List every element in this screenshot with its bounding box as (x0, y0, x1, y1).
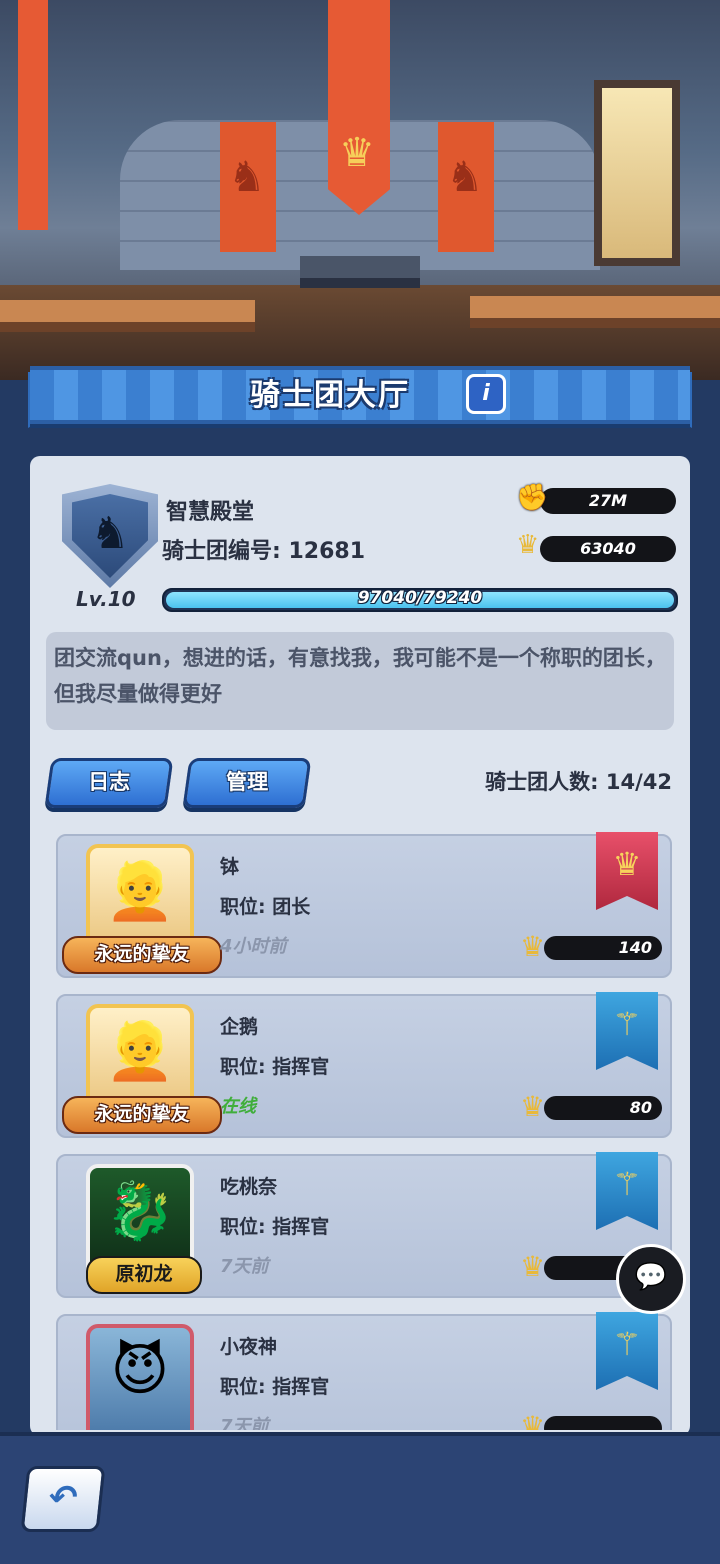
guild-id: 骑士团编号: 12681 (162, 539, 365, 564)
member-name: 小夜神 (220, 1336, 278, 1358)
member-name: 企鹅 (220, 1016, 259, 1038)
dragon-emblem-icon: ♞ (228, 152, 266, 201)
crown-value: 63040 (540, 536, 676, 562)
member-last-seen: 4小时前 (220, 936, 287, 957)
crown-icon: ♛ (520, 930, 546, 963)
member-card[interactable]: 🐉 原初龙 吃桃奈 职位: 指挥官 7天前 ♛ ⚚ (56, 1152, 672, 1298)
member-last-seen: 7天前 (220, 1416, 269, 1430)
exp-text: 97040/79240 (357, 588, 483, 608)
log-button-label: 日志 (88, 770, 131, 794)
info-button[interactable]: i (466, 374, 506, 414)
member-crown-score (544, 1416, 662, 1430)
member-last-seen: 7天前 (220, 1256, 269, 1277)
guild-description: 团交流qun，想进的话，有意找我，我可能不是一个称职的团长，但我尽量做得更好 (54, 646, 666, 706)
avatar-portrait: 👱 (105, 859, 175, 924)
guild-level: Lv.10 (76, 587, 136, 611)
hall-window (594, 80, 680, 266)
throne-table (300, 256, 420, 288)
power-value: 27M (540, 488, 676, 514)
member-card[interactable]: 👱 永远的挚友 钵 职位: 团长 4小时前 140 ♛ ♛ (56, 832, 672, 978)
manage-button[interactable]: 管理 (182, 758, 312, 808)
avatar-portrait: 🐉 (105, 1179, 175, 1244)
side-banner (18, 0, 48, 230)
back-arrow-icon: ↶ (46, 1478, 80, 1518)
crown-banner: ♛ (328, 0, 390, 215)
member-card[interactable]: 😈 小夜神 职位: 指挥官 7天前 ♛ ⚚ (56, 1312, 672, 1430)
guild-name: 智慧殿堂 (166, 500, 255, 525)
hall-background: ♞ ♛ ♞ (0, 0, 720, 380)
crown-icon: ♛ (520, 1250, 546, 1283)
crown-emblem-icon: ♛ (339, 130, 375, 176)
member-online-status: 在线 (220, 1096, 256, 1117)
crown-icon: ♛ (516, 530, 540, 560)
hall-table (470, 296, 720, 328)
crown-icon: ♛ (520, 1410, 546, 1430)
member-role: 职位: 指挥官 (220, 1376, 330, 1398)
member-role: 职位: 指挥官 (220, 1216, 330, 1238)
member-role: 职位: 团长 (220, 896, 311, 918)
page-title: 骑士团大厅 (250, 378, 410, 413)
officer-rank-icon: ⚚ (596, 1312, 658, 1390)
officer-rank-icon: ⚚ (596, 1152, 658, 1230)
fist-icon: ✊ (516, 483, 549, 513)
member-crown-score: 140 (544, 936, 662, 960)
leader-rank-icon: ♛ (596, 832, 658, 910)
member-title-badge: 原初龙 (86, 1256, 202, 1294)
member-crown-score: 80 (544, 1096, 662, 1120)
member-title-badge: 永远的挚友 (62, 1096, 222, 1134)
member-avatar[interactable]: 😈 (86, 1324, 194, 1430)
member-list[interactable]: 👱 永远的挚友 钵 职位: 团长 4小时前 140 ♛ ♛ 👱 永远的挚友 企鹅… (30, 820, 690, 1430)
member-card[interactable]: 👱 永远的挚友 企鹅 职位: 指挥官 在线 80 ♛ ⚚ (56, 992, 672, 1138)
member-name: 吃桃奈 (220, 1176, 278, 1198)
chat-bubble-icon: 💬 (634, 1262, 668, 1292)
member-name: 钵 (220, 856, 240, 878)
bottom-bar (0, 1432, 720, 1564)
member-role: 职位: 指挥官 (220, 1056, 330, 1078)
member-count: 骑士团人数: 14/42 (485, 770, 672, 794)
log-button[interactable]: 日志 (44, 758, 174, 808)
dragon-banner-right: ♞ (438, 122, 494, 252)
back-button[interactable]: ↶ (20, 1466, 106, 1532)
avatar-portrait: 👱 (105, 1019, 175, 1084)
avatar-portrait: 😈 (110, 1338, 170, 1403)
crown-icon: ♛ (520, 1090, 546, 1123)
hall-table (0, 300, 255, 332)
dragon-emblem-icon: ♞ (446, 152, 484, 201)
officer-rank-icon: ⚚ (596, 992, 658, 1070)
member-title-badge: 永远的挚友 (62, 936, 222, 974)
manage-button-label: 管理 (226, 770, 269, 794)
dragon-banner-left: ♞ (220, 122, 276, 252)
chat-button[interactable]: 💬 (616, 1244, 686, 1314)
